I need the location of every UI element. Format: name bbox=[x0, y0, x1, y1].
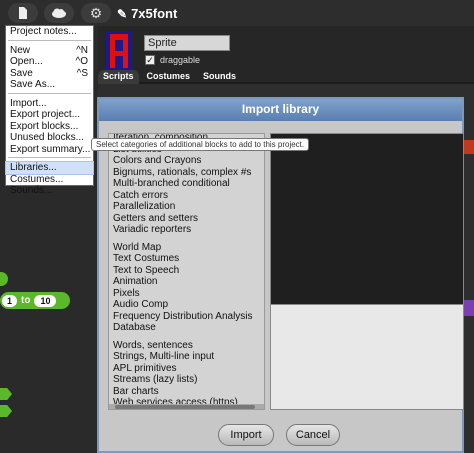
menu-item-label: Project notes... bbox=[10, 26, 77, 37]
library-item[interactable]: Catch errors bbox=[113, 190, 260, 202]
settings-menu-button[interactable]: ⚙ bbox=[81, 3, 111, 23]
menu-item[interactable]: Export blocks... bbox=[6, 121, 93, 133]
menu-item[interactable]: New ^N bbox=[6, 45, 93, 57]
menu-item[interactable]: Project notes... bbox=[6, 26, 93, 38]
pencil-icon: ✎ bbox=[117, 7, 128, 21]
cloud-menu-button[interactable] bbox=[44, 3, 74, 23]
checkbox-checked-icon[interactable]: ✓ bbox=[145, 55, 155, 65]
library-group: World Map Text Costumes Text to Speech Anim… bbox=[113, 242, 260, 334]
cloud-icon bbox=[52, 8, 66, 18]
menu-item-label: Libraries... bbox=[10, 162, 57, 173]
menu-item[interactable]: Import... bbox=[6, 98, 93, 110]
menu-item-label: Save As... bbox=[10, 79, 56, 90]
menu-item-label: Export summary... bbox=[10, 143, 91, 155]
for-loop-block[interactable]: 1 to 10 bbox=[0, 292, 70, 309]
gear-icon: ⚙ bbox=[89, 4, 103, 21]
menu-item[interactable]: Costumes... bbox=[6, 174, 93, 186]
menu-item-label: Costumes... bbox=[10, 173, 64, 185]
library-item[interactable]: Streams (lazy lists) bbox=[113, 374, 260, 386]
library-group: Words, sentences Strings, Multi-line inpu… bbox=[113, 340, 260, 409]
menu-item-label: Unused blocks... bbox=[10, 132, 84, 143]
library-item[interactable]: Database bbox=[113, 322, 260, 334]
menu-item[interactable]: Export summary... bbox=[6, 144, 93, 156]
for-to-label: to bbox=[21, 295, 31, 306]
menu-item[interactable]: Export project... bbox=[6, 109, 93, 121]
for-from-slot[interactable]: 1 bbox=[2, 294, 18, 307]
menu-separator bbox=[8, 157, 91, 161]
library-item[interactable]: Words, sentences bbox=[113, 340, 260, 352]
library-item[interactable]: World Map bbox=[113, 242, 260, 254]
library-item[interactable]: Multi-branched conditional bbox=[113, 178, 260, 190]
top-bar: ⚙ ✎ 7x5font bbox=[0, 0, 474, 26]
tab-scripts[interactable]: Scripts bbox=[98, 70, 139, 84]
library-description bbox=[270, 304, 464, 410]
library-item[interactable]: Animation bbox=[113, 276, 260, 288]
library-item[interactable]: APL primitives bbox=[113, 363, 260, 375]
library-item[interactable]: Parallelization bbox=[113, 201, 260, 213]
library-item[interactable]: Bar charts bbox=[113, 386, 260, 398]
menu-item[interactable]: Unused blocks... bbox=[6, 132, 93, 144]
cancel-button[interactable]: Cancel bbox=[286, 424, 340, 446]
menu-item-shortcut: ^O bbox=[75, 56, 88, 67]
project-title: ✎ 7x5font bbox=[117, 6, 178, 21]
library-item[interactable]: Bignums, rationals, complex #s bbox=[113, 167, 260, 179]
block-stub[interactable] bbox=[464, 140, 474, 154]
sprite-thumbnail[interactable] bbox=[106, 31, 132, 73]
menu-item[interactable]: Sounds... bbox=[6, 185, 93, 197]
library-item[interactable]: Pixels bbox=[113, 288, 260, 300]
menu-item-shortcut: ^S bbox=[76, 67, 88, 79]
library-item[interactable]: Strings, Multi-line input bbox=[113, 351, 260, 363]
library-list[interactable]: Iteration, compositionList utilitiesColo… bbox=[108, 133, 265, 410]
block-stub[interactable] bbox=[464, 300, 474, 316]
import-button[interactable]: Import bbox=[218, 424, 274, 446]
library-item[interactable]: Text Costumes bbox=[113, 253, 260, 265]
scrollbar-thumb[interactable] bbox=[115, 405, 255, 409]
file-menu: Project notes... New ^N Open... ^O Save ^S Save… bbox=[5, 25, 94, 196]
library-item[interactable]: Colors and Crayons bbox=[113, 155, 260, 167]
file-icon bbox=[19, 7, 27, 19]
menu-item-label: Sounds... bbox=[10, 185, 53, 196]
menu-item-label: Export blocks... bbox=[10, 120, 79, 132]
menu-item-label: New bbox=[10, 44, 31, 56]
library-item[interactable]: Text to Speech bbox=[113, 265, 260, 277]
sprite-name-field[interactable]: Sprite bbox=[144, 35, 230, 51]
tooltip: Select categories of additional blocks t… bbox=[91, 138, 310, 151]
menu-item-label: Save bbox=[10, 67, 33, 79]
tab-costumes[interactable]: Costumes bbox=[142, 70, 196, 84]
menu-item-label: Import... bbox=[10, 97, 47, 109]
sprite-tabs: Scripts Costumes Sounds bbox=[98, 70, 244, 84]
menu-item[interactable]: Open... ^O bbox=[6, 56, 93, 68]
draggable-toggle[interactable]: ✓ draggable bbox=[145, 55, 200, 65]
vertical-scrollbar[interactable] bbox=[264, 134, 265, 410]
library-item[interactable]: Audio Comp bbox=[113, 299, 260, 311]
library-preview bbox=[270, 133, 464, 309]
menu-separator bbox=[8, 92, 91, 97]
menu-item-label: Open... bbox=[10, 56, 43, 67]
dialog-title: Import library bbox=[99, 99, 462, 121]
for-to-slot[interactable]: 10 bbox=[34, 294, 57, 307]
library-item[interactable]: Variadic reporters bbox=[113, 224, 260, 236]
menu-separator bbox=[8, 39, 91, 44]
menu-item[interactable]: Save ^S bbox=[6, 68, 93, 80]
tab-sounds[interactable]: Sounds bbox=[198, 70, 241, 84]
menu-item[interactable]: Libraries... bbox=[5, 161, 94, 175]
menu-item[interactable]: Save As... bbox=[6, 79, 93, 91]
library-item[interactable]: Getters and setters bbox=[113, 213, 260, 225]
menu-item-shortcut: ^N bbox=[76, 44, 88, 56]
menu-item-label: Export project... bbox=[10, 109, 81, 120]
library-item[interactable]: Frequency Distribution Analysis bbox=[113, 311, 260, 323]
file-menu-button[interactable] bbox=[8, 3, 38, 23]
